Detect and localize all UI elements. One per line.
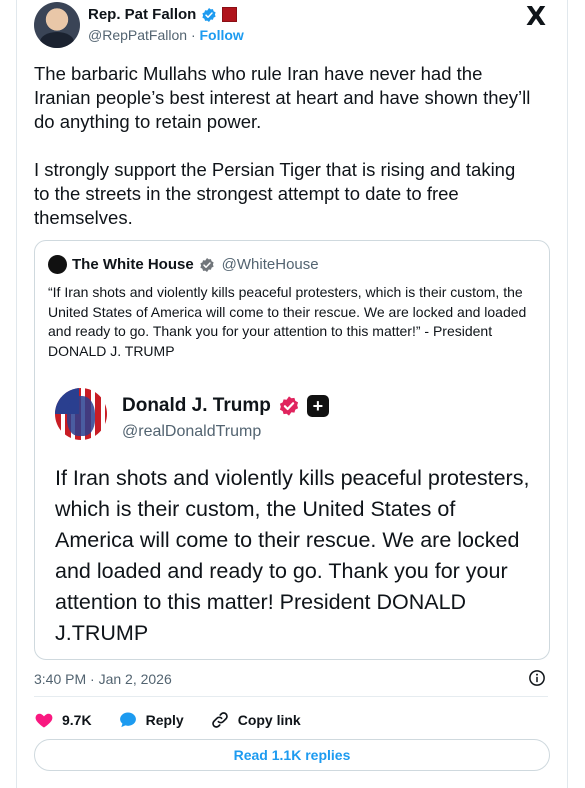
author-handle-line: @RepPatFallon · Follow [88, 27, 244, 43]
embedded-author-row: Donald J. Trump + [122, 395, 329, 417]
author-avatar[interactable] [34, 2, 80, 48]
affiliation-badge-icon [222, 7, 238, 22]
quote-author-handle: @WhiteHouse [221, 256, 319, 273]
verified-badge-icon [202, 7, 216, 22]
info-icon[interactable] [528, 669, 546, 687]
separator: · [190, 27, 196, 43]
reply-label: Reply [145, 712, 184, 728]
tweet-text: The barbaric Mullahs who rule Iran have … [34, 62, 534, 254]
copy-link-button[interactable]: Copy link [210, 710, 301, 730]
quote-avatar [48, 255, 67, 274]
like-count: 9.7K [62, 712, 92, 728]
reply-button[interactable]: Reply [118, 710, 184, 730]
divider [34, 696, 548, 697]
embedded-post-image: Donald J. Trump + @realDonaldTrump If Ir… [35, 371, 549, 659]
post-timestamp[interactable]: 3:40 PM · Jan 2, 2026 [34, 671, 172, 687]
author-handle[interactable]: @RepPatFallon [88, 27, 187, 43]
tweet-paragraph: The barbaric Mullahs who rule Iran have … [34, 63, 531, 132]
quote-author-row: The White House @WhiteHouse [48, 255, 319, 274]
verified-badge-icon [279, 396, 298, 416]
verified-badge-icon [200, 257, 214, 272]
follow-button[interactable]: Follow [200, 27, 244, 43]
embedded-author-name: Donald J. Trump [122, 395, 271, 416]
x-logo-icon[interactable]: X [526, 2, 546, 32]
embedded-author-handle: @realDonaldTrump [122, 423, 262, 440]
heart-icon [35, 713, 53, 728]
author-row: Rep. Pat Fallon [88, 6, 238, 23]
plus-badge-icon: + [306, 395, 329, 417]
quote-author-name: The White House [72, 256, 194, 273]
speech-bubble-icon [119, 712, 136, 728]
tweet-paragraph: I strongly support the Persian Tiger tha… [34, 159, 516, 228]
copy-link-label: Copy link [237, 712, 301, 728]
link-icon [211, 712, 228, 728]
action-bar: 9.7K Reply Copy link [34, 710, 327, 730]
quoted-post[interactable]: The White House @WhiteHouse “If Iran sho… [34, 240, 550, 660]
embedded-post-text: If Iran shots and violently kills peacef… [55, 466, 530, 645]
read-replies-button[interactable]: Read 1.1K replies [34, 739, 550, 771]
author-name[interactable]: Rep. Pat Fallon [88, 6, 196, 23]
like-button[interactable]: 9.7K [34, 710, 92, 730]
quote-text: “If Iran shots and violently kills peace… [48, 284, 527, 359]
embedded-author-avatar [55, 388, 107, 440]
